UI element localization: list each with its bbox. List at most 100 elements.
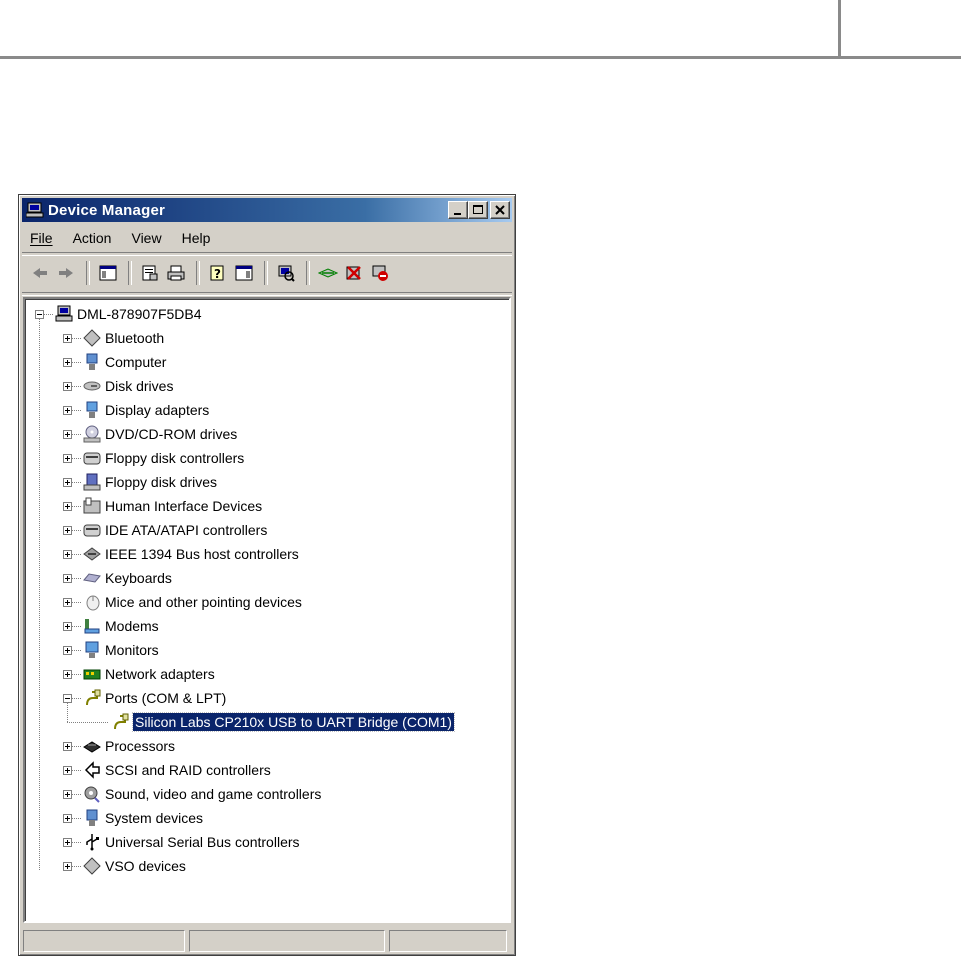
expand-toggle-icon[interactable] [63, 670, 72, 679]
device-tree[interactable]: DML-878907F5DB4 Bluetooth Computer Disk dri… [23, 297, 511, 923]
tree-category-item[interactable]: DVD/CD-ROM drives [83, 423, 237, 445]
minimize-button[interactable] [448, 201, 468, 219]
expand-toggle-icon[interactable] [63, 550, 72, 559]
tree-category-item[interactable]: IDE ATA/ATAPI controllers [83, 519, 267, 541]
properties-button[interactable] [138, 261, 162, 285]
properties-icon [142, 265, 158, 281]
menu-help-label: Help [181, 230, 211, 246]
tree-item-label: Computer [105, 354, 167, 370]
maximize-button[interactable] [468, 201, 488, 219]
help-button[interactable]: ? [206, 261, 230, 285]
tree-item-label: Processors [105, 738, 176, 754]
tree-connector [72, 866, 82, 867]
uninstall-button[interactable] [342, 261, 366, 285]
tree-category-item[interactable]: Processors [83, 735, 175, 757]
show-hide-action-pane-button[interactable] [232, 261, 256, 285]
tree-category-item[interactable]: Computer [83, 351, 166, 373]
system-device-icon [83, 809, 101, 827]
show-hide-tree-button[interactable] [96, 261, 120, 285]
display-adapter-icon [83, 401, 101, 419]
tree-category-item[interactable]: Mice and other pointing devices [83, 591, 302, 613]
tree-category-item[interactable]: Bluetooth [83, 327, 164, 349]
tree-category-item[interactable]: VSO devices [83, 855, 186, 877]
back-button[interactable] [28, 261, 52, 285]
tree-item-label: Network adapters [105, 666, 215, 682]
tree-category-item[interactable]: Sound, video and game controllers [83, 783, 321, 805]
close-button[interactable] [490, 201, 510, 219]
tree-category-item[interactable]: Ports (COM & LPT) [83, 687, 226, 709]
tree-item-label: Monitors [105, 642, 159, 658]
title-bar[interactable]: Device Manager [22, 198, 512, 222]
expand-toggle-icon[interactable] [63, 862, 72, 871]
forward-arrow-icon [59, 268, 73, 278]
tree-category-item[interactable]: SCSI and RAID controllers [83, 759, 271, 781]
menu-view[interactable]: View [123, 230, 169, 246]
dvd-drive-icon [83, 425, 101, 443]
expand-toggle-icon[interactable] [63, 478, 72, 487]
expand-toggle-icon[interactable] [63, 454, 72, 463]
tree-category-item[interactable]: Human Interface Devices [83, 495, 262, 517]
expand-toggle-icon[interactable] [63, 526, 72, 535]
close-icon [495, 205, 505, 215]
expand-toggle-icon[interactable] [63, 622, 72, 631]
tree-connector [72, 410, 82, 411]
tree-category-item[interactable]: IEEE 1394 Bus host controllers [83, 543, 299, 565]
expand-toggle-icon[interactable] [63, 814, 72, 823]
toolbar-separator [128, 261, 132, 285]
tree-category-item[interactable]: System devices [83, 807, 203, 829]
expand-toggle-icon[interactable] [63, 574, 72, 583]
tree-item-label: IDE ATA/ATAPI controllers [105, 522, 268, 538]
menu-action-label: Action [72, 230, 112, 246]
tree-item-label: Mice and other pointing devices [105, 594, 302, 610]
computer-root-icon [55, 305, 73, 323]
expand-toggle-icon[interactable] [63, 598, 72, 607]
tree-category-item[interactable]: Network adapters [83, 663, 215, 685]
menu-action[interactable]: Action [65, 230, 120, 246]
tree-category-item[interactable]: Floppy disk drives [83, 471, 217, 493]
menu-file[interactable]: File [22, 230, 61, 246]
expand-toggle-icon[interactable] [63, 430, 72, 439]
tree-connector [72, 434, 82, 435]
expand-toggle-icon[interactable] [63, 742, 72, 751]
port-icon [111, 713, 129, 731]
modem-icon [83, 617, 101, 635]
toolbar-separator [264, 261, 268, 285]
expand-toggle-icon[interactable] [63, 646, 72, 655]
print-button[interactable] [164, 261, 188, 285]
tree-category-item[interactable]: Display adapters [83, 399, 209, 421]
tree-category-item[interactable]: Modems [83, 615, 159, 637]
expand-toggle-icon[interactable] [63, 382, 72, 391]
disable-button[interactable] [368, 261, 392, 285]
tree-root-computer[interactable]: DML-878907F5DB4 [55, 303, 202, 325]
tree-category-item[interactable]: Disk drives [83, 375, 173, 397]
tree-port-device-selected[interactable]: Silicon Labs CP210x USB to UART Bridge (… [111, 711, 455, 733]
frame-horizontal-line [0, 56, 961, 59]
tree-item-label: DML-878907F5DB4 [77, 306, 202, 322]
expand-toggle-icon[interactable] [63, 838, 72, 847]
scan-hardware-button[interactable] [274, 261, 298, 285]
maximize-icon [473, 205, 483, 214]
floppy-drive-icon [83, 473, 101, 491]
sound-icon [83, 785, 101, 803]
forward-button[interactable] [54, 261, 78, 285]
update-driver-button[interactable] [316, 261, 340, 285]
collapse-toggle-icon[interactable] [35, 310, 44, 319]
scan-hardware-icon [278, 265, 295, 282]
menu-help[interactable]: Help [174, 230, 219, 246]
tree-category-item[interactable]: Monitors [83, 639, 159, 661]
device-manager-window: Device Manager File Action View Help ? D… [18, 194, 516, 956]
collapse-toggle-icon[interactable] [63, 694, 72, 703]
expand-toggle-icon[interactable] [63, 502, 72, 511]
expand-toggle-icon[interactable] [63, 358, 72, 367]
expand-toggle-icon[interactable] [63, 790, 72, 799]
back-arrow-icon [33, 268, 47, 278]
expand-toggle-icon[interactable] [63, 334, 72, 343]
tree-category-item[interactable]: Floppy disk controllers [83, 447, 244, 469]
tree-category-item[interactable]: Keyboards [83, 567, 172, 589]
expand-toggle-icon[interactable] [63, 406, 72, 415]
status-bar [23, 930, 511, 952]
expand-toggle-icon[interactable] [63, 766, 72, 775]
tree-item-label: Human Interface Devices [105, 498, 263, 514]
tree-category-item[interactable]: Universal Serial Bus controllers [83, 831, 300, 853]
tree-item-label: VSO devices [105, 858, 186, 874]
